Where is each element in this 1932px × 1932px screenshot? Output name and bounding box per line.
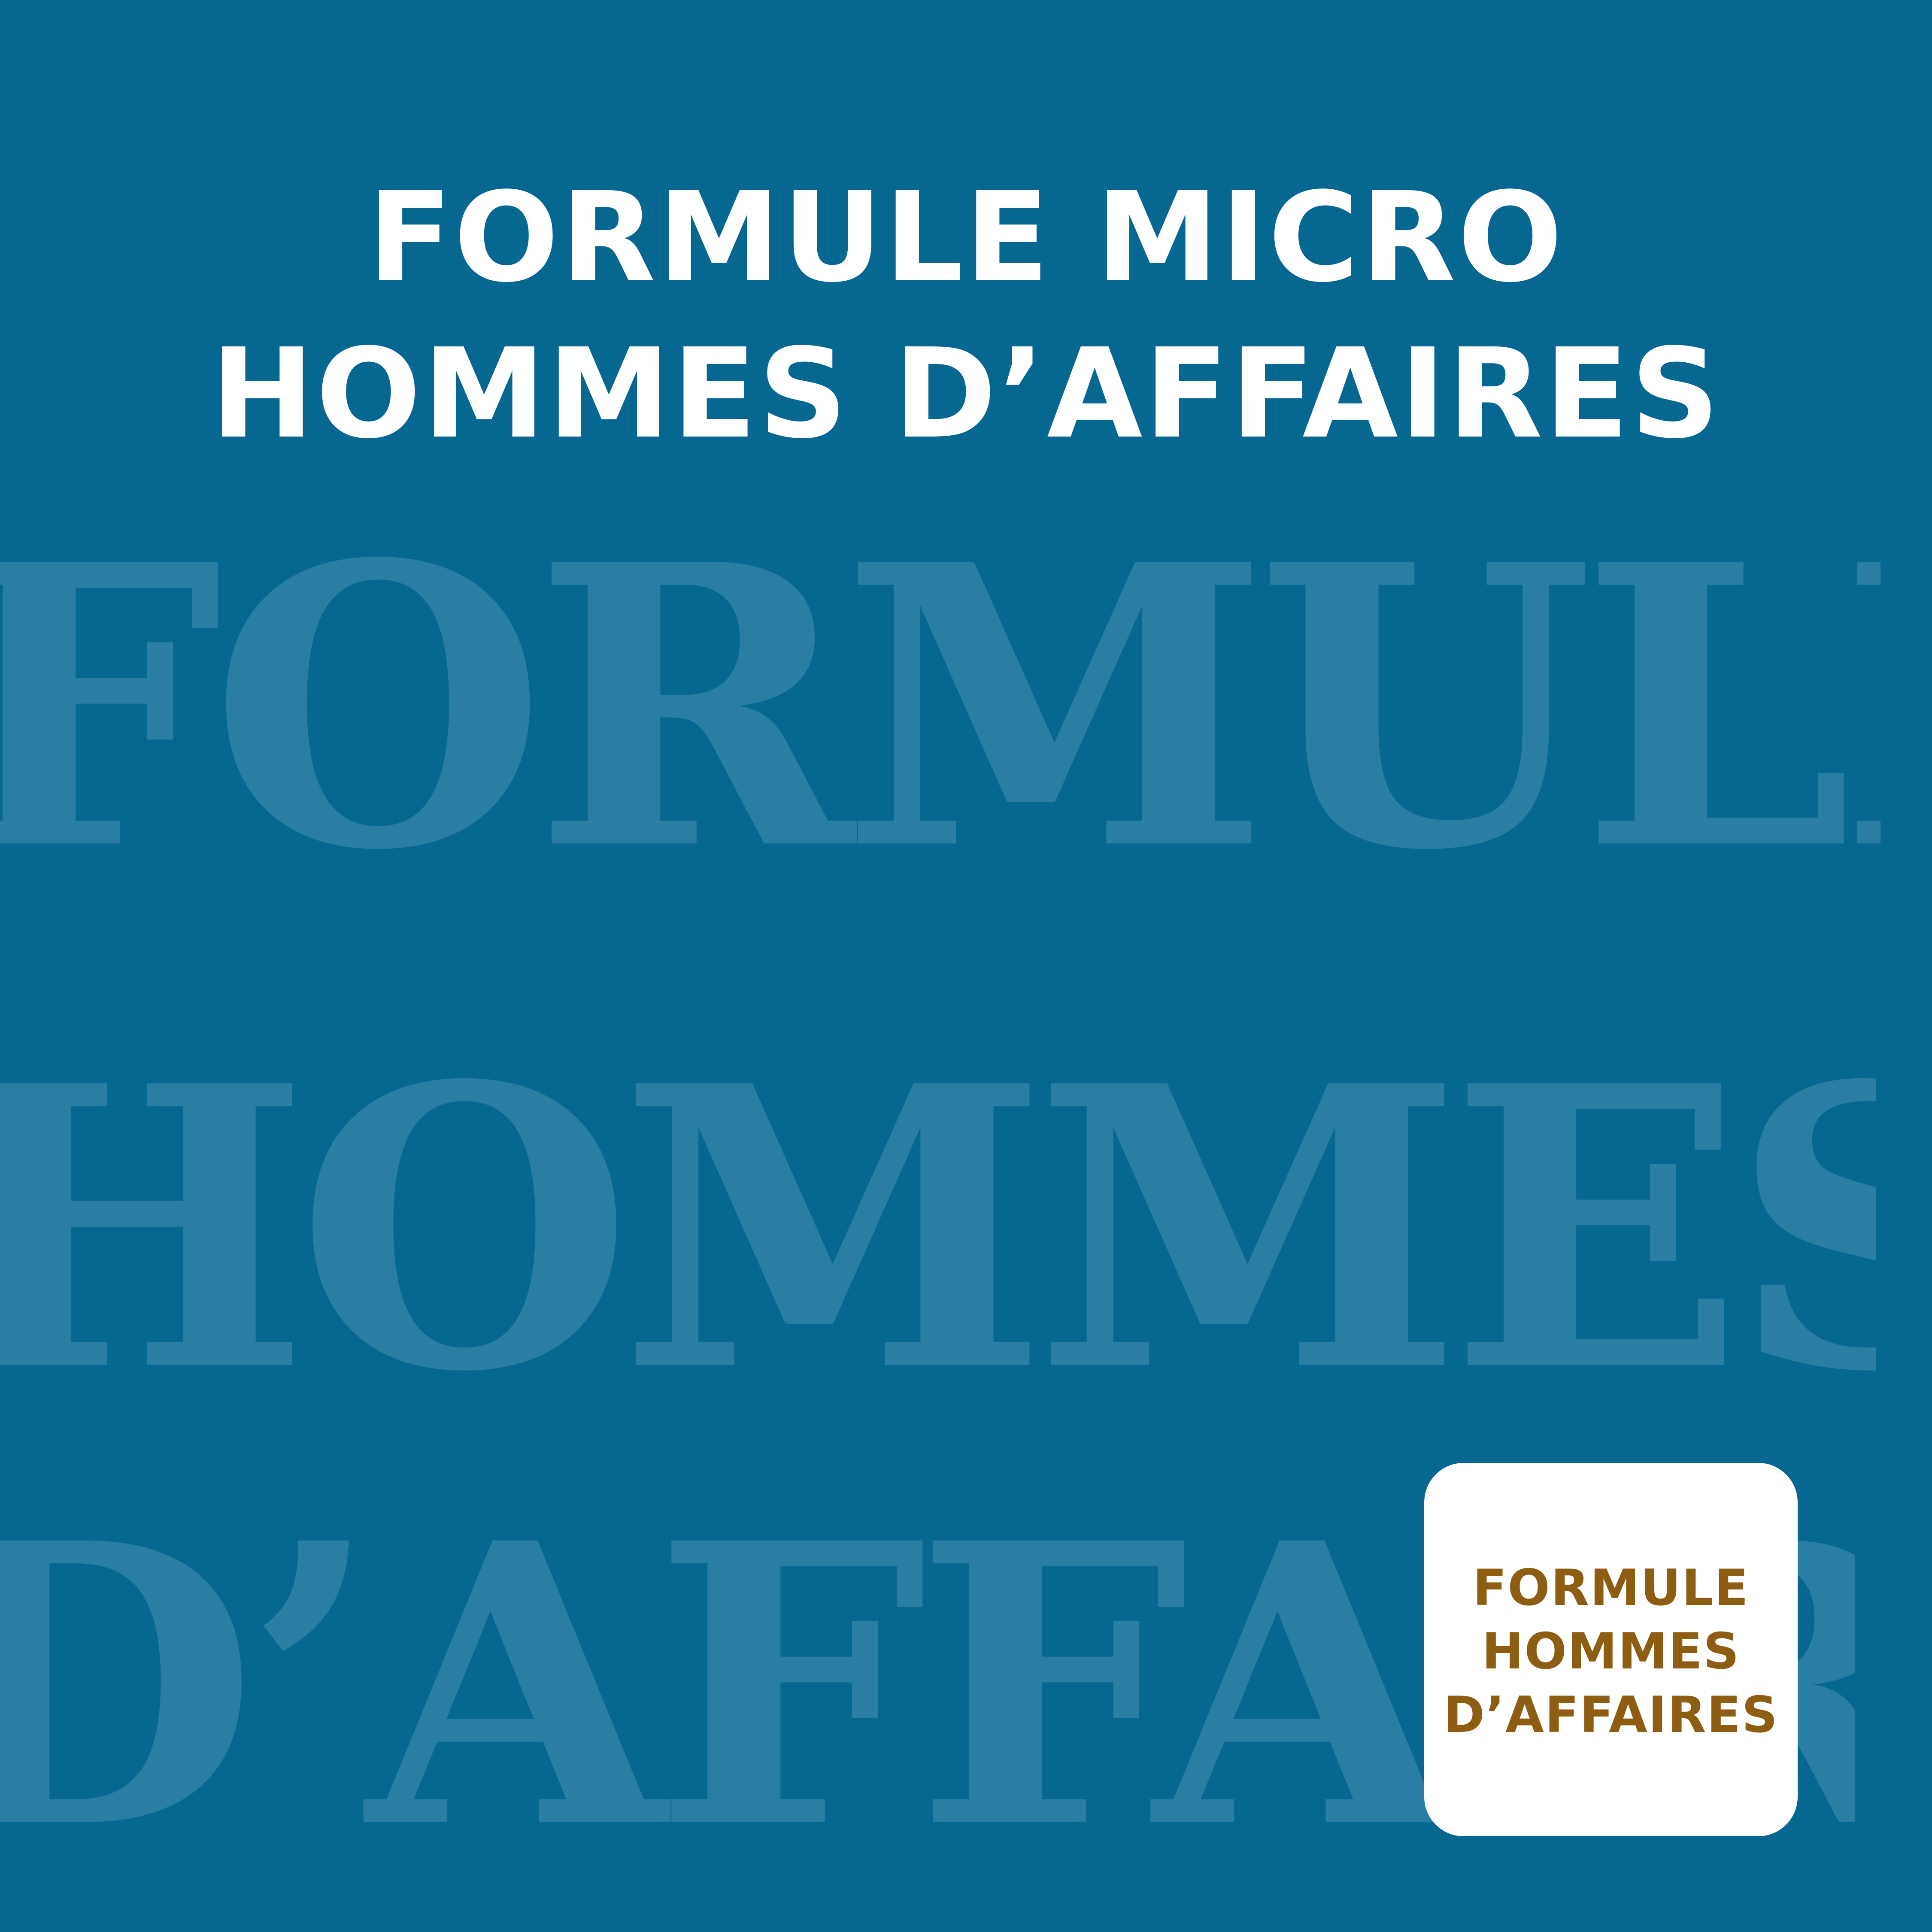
- background-word-formule: FORMULE: [0, 515, 1880, 901]
- poster-canvas: FORMULE HOMMES D’AFFAIRES FORMULE MICRO …: [0, 0, 1932, 1932]
- background-word-hommes: HOMMES: [0, 1037, 1876, 1423]
- logo-badge: FORMULE HOMMES D’AFFAIRES: [1424, 1463, 1798, 1836]
- badge-line-3: D’AFFAIRES: [1443, 1686, 1779, 1744]
- title-line-2: HOMMES D’AFFAIRES: [210, 322, 1722, 466]
- title-line-1: FORMULE MICRO: [367, 166, 1565, 309]
- badge-line-2: HOMMES: [1482, 1623, 1740, 1680]
- badge-line-1: FORMULE: [1473, 1559, 1749, 1617]
- page-title: FORMULE MICRO HOMMES D’AFFAIRES: [0, 160, 1932, 472]
